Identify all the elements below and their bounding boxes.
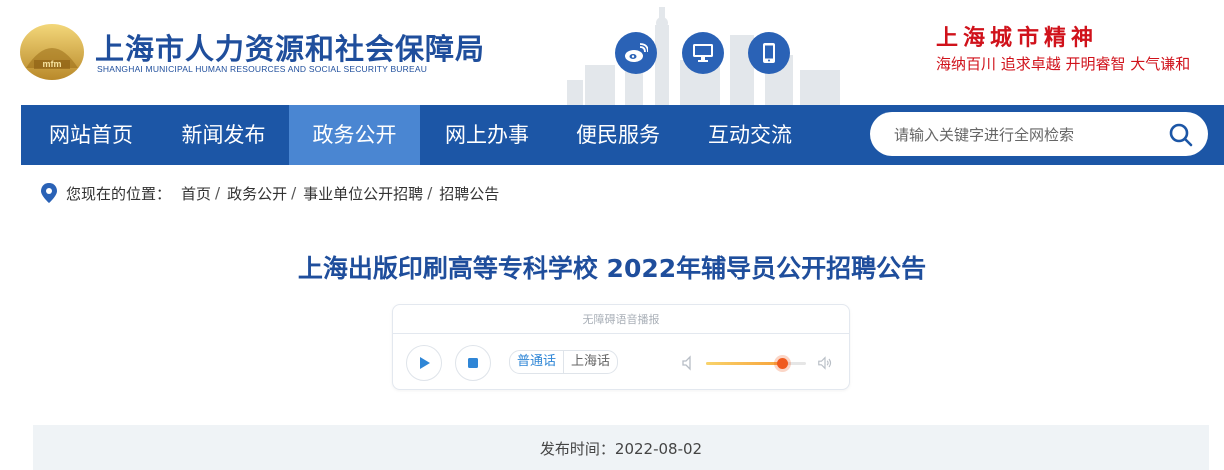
volume-slider[interactable]	[706, 358, 806, 369]
search-input[interactable]	[892, 122, 1156, 148]
desktop-icon	[693, 44, 713, 62]
nav-item-online-services[interactable]: 网上办事	[423, 105, 551, 165]
publish-info-bar: 发布时间：2022-08-02	[33, 425, 1209, 470]
publish-date: 2022-08-02	[614, 440, 703, 458]
mobile-icon	[763, 43, 775, 63]
bureau-emblem-logo[interactable]: mfm	[18, 22, 86, 82]
breadcrumb-government-affairs[interactable]: 政务公开	[227, 183, 287, 204]
nav-item-home[interactable]: 网站首页	[21, 105, 161, 165]
language-toggle: 普通话 上海话	[509, 350, 619, 374]
city-spirit-text: 海纳百川 追求卓越 开明睿智 大气谦和	[936, 55, 1191, 73]
breadcrumb-home[interactable]: 首页	[181, 183, 211, 204]
breadcrumb-separator: /	[215, 184, 221, 202]
volume-high-icon[interactable]	[817, 355, 833, 371]
site-header: mfm 上海市人力资源和社会保障局 SHANGHAI MUNICIPAL HUM…	[0, 0, 1224, 105]
stop-icon	[468, 358, 478, 368]
publish-label: 发布时间：	[539, 440, 615, 458]
search-icon[interactable]	[1168, 122, 1194, 148]
breadcrumb-separator: /	[291, 184, 297, 202]
nav-item-news[interactable]: 新闻发布	[161, 105, 286, 165]
stop-button[interactable]	[455, 345, 491, 381]
nav-item-government-affairs[interactable]: 政务公开	[289, 105, 420, 165]
search-box	[870, 112, 1208, 156]
play-button[interactable]	[406, 345, 442, 381]
volume-low-icon[interactable]	[681, 355, 697, 371]
lang-shanghainese-button[interactable]: 上海话	[563, 351, 617, 373]
mobile-site-button[interactable]	[748, 32, 790, 74]
weibo-button[interactable]	[615, 32, 657, 74]
accessibility-audio-player: 无障碍语音播报 普通话 上海话	[392, 304, 850, 390]
breadcrumb: 您现在的位置： 首页 / 政务公开 / 事业单位公开招聘 / 招聘公告	[40, 180, 499, 206]
breadcrumb-announcement[interactable]: 招聘公告	[439, 183, 499, 204]
emblem-text: mfm	[42, 59, 61, 69]
volume-level	[706, 362, 782, 365]
org-name-cn[interactable]: 上海市人力资源和社会保障局	[95, 26, 485, 68]
player-divider	[393, 333, 849, 334]
breadcrumb-recruitment[interactable]: 事业单位公开招聘	[303, 183, 423, 204]
breadcrumb-separator: /	[427, 184, 433, 202]
article-title: 上海出版印刷高等专科学校 2022年辅导员公开招聘公告	[297, 254, 927, 283]
play-icon	[420, 357, 430, 369]
publish-time: 发布时间：2022-08-02	[33, 438, 1209, 459]
desktop-site-button[interactable]	[682, 32, 724, 74]
city-spirit-title: 上海城市精神	[936, 25, 1099, 51]
breadcrumb-prefix: 您现在的位置：	[66, 184, 172, 203]
lang-mandarin-button[interactable]: 普通话	[510, 351, 563, 373]
main-nav: 网站首页 新闻发布 政务公开 网上办事 便民服务 互动交流	[21, 105, 1224, 165]
weibo-icon	[625, 43, 648, 62]
player-label: 无障碍语音播报	[582, 313, 660, 326]
volume-knob[interactable]	[777, 358, 788, 369]
nav-item-convenience[interactable]: 便民服务	[553, 105, 683, 165]
org-name-en: SHANGHAI MUNICIPAL HUMAN RESOURCES AND S…	[97, 64, 428, 74]
nav-item-interaction[interactable]: 互动交流	[685, 105, 815, 165]
location-pin-icon	[41, 183, 57, 203]
